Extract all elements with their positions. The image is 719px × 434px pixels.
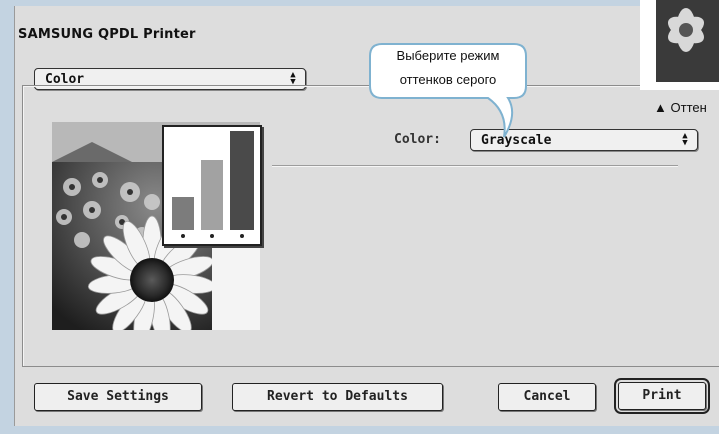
- callout-bubble: Выберите режим оттенков серого: [368, 42, 528, 138]
- bar-2-dot: [210, 234, 214, 238]
- panel-divider: [272, 165, 678, 166]
- up-down-arrows-icon: ▲ ▼: [682, 131, 688, 148]
- callout-line-2: оттенков серого: [399, 72, 497, 87]
- print-button[interactable]: Print: [614, 378, 710, 414]
- bar-2: [201, 160, 223, 230]
- callout-line-1: Выберите режим: [396, 48, 500, 63]
- bar-3-dot: [240, 234, 244, 238]
- grayscale-photo-thumbnail: [640, 0, 719, 90]
- bar-chart-icon: [162, 125, 262, 246]
- bar-3: [230, 131, 254, 230]
- up-down-arrows-icon: ▲ ▼: [290, 70, 296, 87]
- caption-text: Оттен: [670, 100, 707, 115]
- bar-1: [172, 197, 194, 230]
- dialog-title: SAMSUNG QPDL Printer: [18, 27, 196, 42]
- save-settings-button[interactable]: Save Settings: [34, 383, 202, 411]
- bar-1-dot: [181, 234, 185, 238]
- page-frame-left: [0, 0, 14, 434]
- bar-chart-graphic: [172, 131, 254, 238]
- cancel-button[interactable]: Cancel: [498, 383, 596, 411]
- figure-caption: ▲ Оттен: [654, 100, 707, 115]
- caption-marker: ▲: [654, 100, 667, 115]
- revert-to-defaults-button[interactable]: Revert to Defaults: [232, 383, 443, 411]
- page-frame-bottom: [0, 426, 719, 434]
